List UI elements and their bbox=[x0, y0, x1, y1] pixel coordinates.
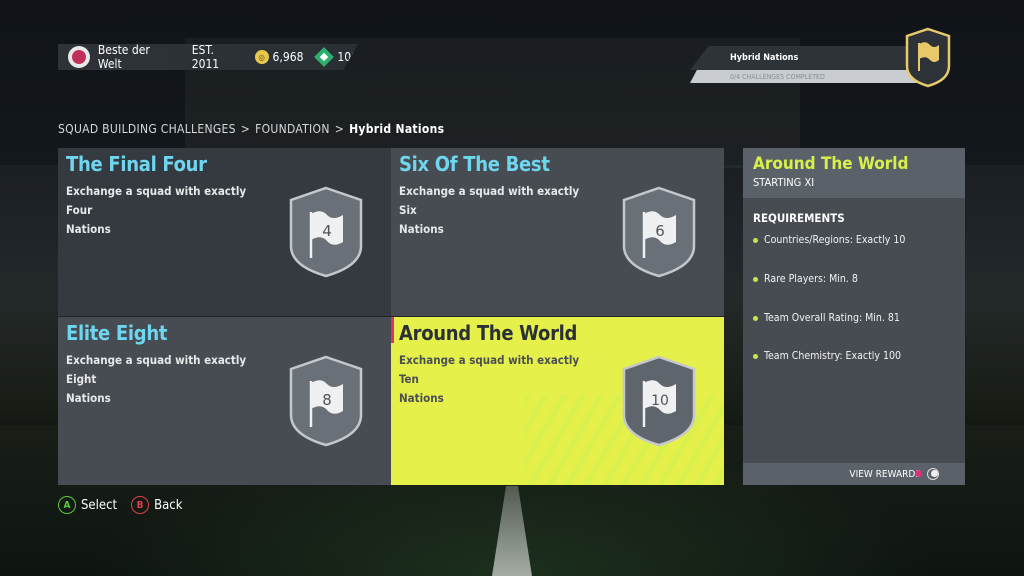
flag-number: 6 bbox=[655, 222, 665, 240]
requirement-text: Rare Players: Min. 8 bbox=[764, 273, 858, 285]
challenge-description-line: Nations bbox=[399, 391, 444, 405]
challenge-title: Around The World bbox=[399, 321, 578, 345]
back-button[interactable]: B Back bbox=[131, 496, 183, 514]
bullet-icon bbox=[753, 315, 758, 321]
requirement-text: Countries/Regions: Exactly 10 bbox=[764, 234, 906, 246]
group-flag-badge-icon bbox=[905, 27, 951, 88]
nation-flag-shield-icon: 6 bbox=[622, 186, 696, 278]
select-button[interactable]: A Select bbox=[58, 496, 117, 514]
page-dot-active[interactable] bbox=[915, 470, 922, 477]
coins-icon: ◎ bbox=[254, 50, 269, 64]
panel-subtitle: STARTING XI bbox=[753, 176, 815, 189]
challenge-description: Exchange a squad with exactly Four Natio… bbox=[66, 182, 256, 239]
panel-title: Around The World bbox=[753, 154, 909, 174]
challenge-tile-elite-eight[interactable]: Elite Eight Exchange a squad with exactl… bbox=[58, 317, 391, 485]
club-name: Beste der Welt bbox=[97, 43, 150, 71]
challenge-description: Exchange a squad with exactly Ten Nation… bbox=[399, 351, 589, 408]
view-rewards-label: VIEW REWARDS bbox=[849, 468, 921, 480]
group-title-bar: Hybrid Nations bbox=[690, 46, 920, 70]
a-button-icon: A bbox=[58, 496, 76, 514]
challenge-title: Elite Eight bbox=[66, 321, 168, 345]
bullet-icon bbox=[753, 353, 758, 359]
breadcrumb-separator-icon: > bbox=[240, 122, 251, 136]
bullet-icon bbox=[753, 237, 758, 243]
requirement-item: Team Overall Rating: Min. 81 bbox=[753, 312, 900, 324]
coins-balance: 6,968 bbox=[272, 50, 304, 64]
challenge-description-line: Nations bbox=[66, 222, 111, 236]
challenge-tile-final-four[interactable]: The Final Four Exchange a squad with exa… bbox=[58, 148, 391, 316]
requirement-item: Rare Players: Min. 8 bbox=[753, 273, 858, 285]
challenge-title: Six Of The Best bbox=[399, 152, 550, 176]
flag-number: 4 bbox=[322, 222, 332, 240]
selected-tile-marker bbox=[391, 317, 394, 343]
breadcrumb-foundation[interactable]: FOUNDATION bbox=[255, 122, 330, 136]
group-title: Hybrid Nations bbox=[730, 53, 799, 63]
challenge-description-line: Exchange a squad with exactly Eight bbox=[66, 353, 247, 386]
select-label: Select bbox=[81, 497, 118, 513]
back-label: Back bbox=[154, 497, 183, 513]
flag-number: 10 bbox=[651, 393, 669, 409]
b-button-icon: B bbox=[131, 496, 150, 514]
requirement-text: Team Chemistry: Exactly 100 bbox=[764, 350, 902, 362]
challenge-description: Exchange a squad with exactly Eight Nati… bbox=[66, 351, 256, 408]
breadcrumb: SQUAD BUILDING CHALLENGES > FOUNDATION > Hyb… bbox=[58, 122, 444, 136]
challenge-tile-around-the-world[interactable]: Around The World Exchange a squad with e… bbox=[391, 317, 724, 485]
nation-flag-shield-icon: 10 bbox=[622, 355, 696, 447]
requirement-item: Team Chemistry: Exactly 100 bbox=[753, 350, 901, 362]
challenge-title: The Final Four bbox=[66, 152, 207, 176]
page-dot[interactable] bbox=[931, 470, 938, 477]
requirement-item: Countries/Regions: Exactly 10 bbox=[753, 234, 905, 246]
breadcrumb-current: Hybrid Nations bbox=[349, 122, 445, 136]
challenge-tile-six-of-the-best[interactable]: Six Of The Best Exchange a squad with ex… bbox=[391, 148, 724, 316]
club-info-bar: Beste der Welt EST. 2011 ◎ 6,968 100 bbox=[58, 44, 358, 70]
nation-flag-shield-icon: 8 bbox=[289, 355, 363, 447]
challenge-description-line: Nations bbox=[66, 391, 111, 405]
points-icon bbox=[314, 47, 335, 67]
challenge-description-line: Exchange a squad with exactly Six bbox=[399, 184, 580, 217]
group-progress-bar: 0/4 CHALLENGES COMPLETED bbox=[690, 70, 920, 83]
flag-number: 8 bbox=[322, 391, 332, 409]
challenge-description-line: Exchange a squad with exactly Four bbox=[66, 184, 247, 217]
pitch-line bbox=[492, 486, 532, 576]
challenge-description-line: Nations bbox=[399, 222, 444, 236]
club-crest-icon bbox=[68, 46, 90, 68]
established-year: EST. 2011 bbox=[191, 43, 220, 71]
requirement-text: Team Overall Rating: Min. 81 bbox=[764, 312, 900, 324]
group-progress: 0/4 CHALLENGES COMPLETED bbox=[730, 72, 825, 81]
nation-flag-shield-icon: 4 bbox=[289, 186, 363, 278]
bullet-icon bbox=[753, 276, 758, 282]
requirements-heading: REQUIREMENTS bbox=[753, 211, 845, 225]
controller-hints: A Select B Back bbox=[58, 496, 197, 514]
challenge-details-panel: Around The World STARTING XI REQUIREMENT… bbox=[743, 148, 965, 485]
breadcrumb-sbc[interactable]: SQUAD BUILDING CHALLENGES bbox=[58, 122, 236, 136]
panel-header: Around The World STARTING XI bbox=[743, 148, 965, 198]
challenge-description: Exchange a squad with exactly Six Nation… bbox=[399, 182, 589, 239]
breadcrumb-separator-icon: > bbox=[334, 122, 345, 136]
challenge-description-line: Exchange a squad with exactly Ten bbox=[399, 353, 580, 386]
